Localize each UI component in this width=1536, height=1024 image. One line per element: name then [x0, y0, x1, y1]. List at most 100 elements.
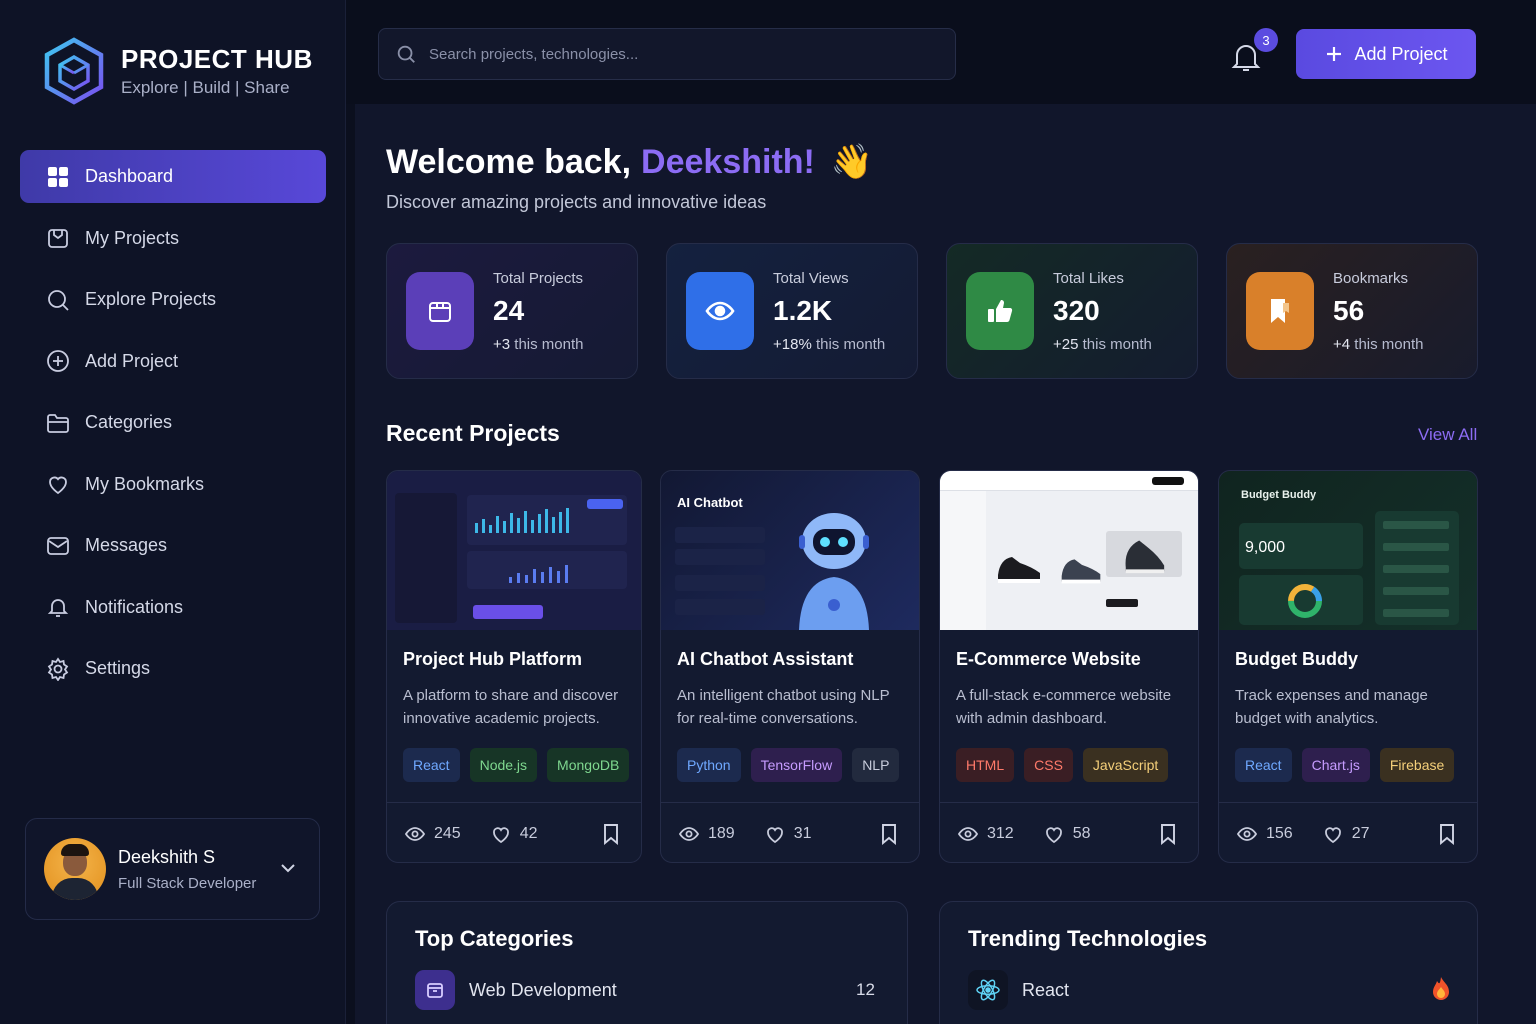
category-count: 12: [856, 980, 875, 999]
sidebar-item-messages[interactable]: Messages: [20, 519, 326, 572]
project-title: E-Commerce Website: [956, 649, 1141, 669]
sidebar-item-dashboard[interactable]: Dashboard: [20, 150, 326, 203]
project-thumbnail: AI Chatbot: [661, 471, 919, 630]
search-bar[interactable]: [378, 28, 956, 80]
welcome-heading: Welcome back, Deekshith! 👋: [386, 142, 873, 182]
sidebar-item-my-projects[interactable]: My Projects: [20, 212, 326, 265]
eye-icon: [679, 826, 699, 841]
stat-icon-bg: [686, 272, 754, 350]
bar-chart-graphic: [475, 508, 569, 533]
shoe-illustration: [1125, 540, 1165, 574]
eye-icon: [958, 826, 978, 841]
likes-count[interactable]: 58: [1044, 824, 1091, 844]
project-card-ecommerce[interactable]: E-Commerce Website A full-stack e-commer…: [939, 470, 1199, 863]
project-thumbnail: Budget Buddy 9,000: [1219, 471, 1477, 630]
thumbs-up-icon: [988, 300, 1013, 322]
project-description: A platform to share and discover innovat…: [403, 687, 619, 727]
bookmark-icon[interactable]: [1437, 823, 1457, 845]
tag-chip[interactable]: Firebase: [1379, 748, 1455, 782]
add-project-label: Add Project: [1354, 43, 1448, 64]
sidebar-item-settings[interactable]: Settings: [20, 642, 326, 695]
heart-icon: [766, 826, 783, 843]
robot-illustration: [799, 513, 869, 630]
project-description: Track expenses and manage budget with an…: [1235, 687, 1428, 727]
tag-chip[interactable]: HTML: [956, 748, 1015, 782]
sidebar-item-add-project[interactable]: Add Project: [20, 335, 326, 388]
project-card-footer: 189 31: [661, 802, 919, 862]
stat-card-total-likes[interactable]: Total Likes 320 +25 this month: [946, 243, 1198, 379]
sidebar-item-label: Explore Projects: [85, 289, 217, 309]
sidebar-item-my-bookmarks[interactable]: My Bookmarks: [20, 458, 326, 511]
views-count: 189: [679, 824, 735, 844]
welcome-greeting: Welcome back,: [386, 142, 632, 181]
tag-chip[interactable]: NLP: [852, 748, 900, 782]
bookmark-icon[interactable]: [601, 823, 621, 845]
project-card-project-hub[interactable]: Project Hub Platform A platform to share…: [386, 470, 642, 863]
sidebar: PROJECT HUB Explore | Build | Share Dash…: [0, 0, 346, 1024]
project-thumbnail: [387, 471, 641, 630]
tag-chip[interactable]: JavaScript: [1082, 748, 1169, 782]
stat-label: Bookmarks: [1333, 269, 1409, 287]
chevron-down-icon[interactable]: [279, 859, 297, 877]
stats-row: Total Projects 24 +3 this month Total Vi…: [386, 243, 1479, 379]
search-icon: [48, 289, 69, 311]
project-title: Budget Buddy: [1235, 649, 1358, 669]
stat-icon-bg: [966, 272, 1034, 350]
stat-icon-bg: [406, 272, 474, 350]
add-project-button[interactable]: Add Project: [1296, 29, 1476, 79]
user-profile-card[interactable]: Deekshith S Full Stack Developer: [25, 818, 320, 920]
sidebar-item-label: Notifications: [85, 596, 184, 617]
search-icon: [397, 45, 415, 63]
tag-list: HTML CSS JavaScript: [956, 748, 1178, 782]
thumbnail-label: Budget Buddy: [1241, 489, 1317, 501]
view-all-link[interactable]: View All: [1418, 425, 1477, 445]
likes-count[interactable]: 31: [765, 824, 812, 844]
heart-icon: [492, 826, 509, 843]
sidebar-item-categories[interactable]: Categories: [20, 396, 326, 449]
fire-icon: [1433, 977, 1449, 1000]
category-row-web-development[interactable]: Web Development: [415, 970, 617, 1010]
stat-card-total-views[interactable]: Total Views 1.2K +18% this month: [666, 243, 918, 379]
sidebar-item-label: Dashboard: [85, 166, 174, 186]
tag-chip[interactable]: Node.js: [469, 748, 538, 782]
eye-icon: [1237, 826, 1257, 841]
stat-value: 320: [1053, 294, 1100, 326]
stat-card-bookmarks[interactable]: Bookmarks 56 +4 this month: [1226, 243, 1478, 379]
brand[interactable]: PROJECT HUB Explore | Build | Share: [44, 37, 313, 105]
sidebar-item-label: Categories: [85, 412, 173, 432]
stat-change: +3 this month: [493, 335, 584, 353]
stat-card-total-projects[interactable]: Total Projects 24 +3 this month: [386, 243, 638, 379]
gear-icon: [47, 656, 69, 681]
tag-chip[interactable]: Chart.js: [1301, 748, 1370, 782]
tag-chip[interactable]: CSS: [1024, 748, 1073, 782]
tag-chip[interactable]: React: [1235, 748, 1292, 782]
bookmark-icon[interactable]: [1158, 823, 1178, 845]
project-title: Project Hub Platform: [403, 649, 583, 669]
bookmark-icon[interactable]: [879, 823, 899, 845]
project-description: A full-stack e-commerce website with adm…: [956, 687, 1172, 727]
react-atom-icon: [976, 979, 1000, 1001]
search-input[interactable]: [429, 45, 929, 63]
mail-icon: [47, 536, 69, 555]
tag-chip[interactable]: MongoDB: [547, 748, 630, 782]
likes-count[interactable]: 42: [491, 824, 538, 844]
recent-projects-title: Recent Projects: [386, 420, 560, 446]
likes-count[interactable]: 27: [1323, 824, 1370, 844]
category-icon-bg: [415, 970, 455, 1010]
sidebar-item-notifications[interactable]: Notifications: [20, 581, 326, 634]
project-card-ai-chatbot[interactable]: AI Chatbot AI Chatbot Assistant An intel…: [660, 470, 920, 863]
user-role: Full Stack Developer: [118, 874, 257, 892]
bell-icon: [47, 599, 69, 617]
tag-chip[interactable]: TensorFlow: [750, 748, 843, 782]
sidebar-item-explore-projects[interactable]: Explore Projects: [20, 273, 326, 326]
brand-title: PROJECT HUB: [121, 44, 313, 74]
trending-technologies-panel: Trending Technologies React: [939, 901, 1478, 1024]
topbar: 3 Add Project: [346, 0, 1536, 104]
tag-chip[interactable]: React: [403, 748, 460, 782]
views-count: 312: [958, 824, 1014, 844]
project-card-budget-buddy[interactable]: Budget Buddy 9,000 Budget Buddy Track ex…: [1218, 470, 1478, 863]
stat-icon-bg: [1246, 272, 1314, 350]
technology-row-react[interactable]: React: [968, 970, 1069, 1010]
tag-chip[interactable]: Python: [677, 748, 741, 782]
stat-value: 56: [1333, 294, 1365, 326]
